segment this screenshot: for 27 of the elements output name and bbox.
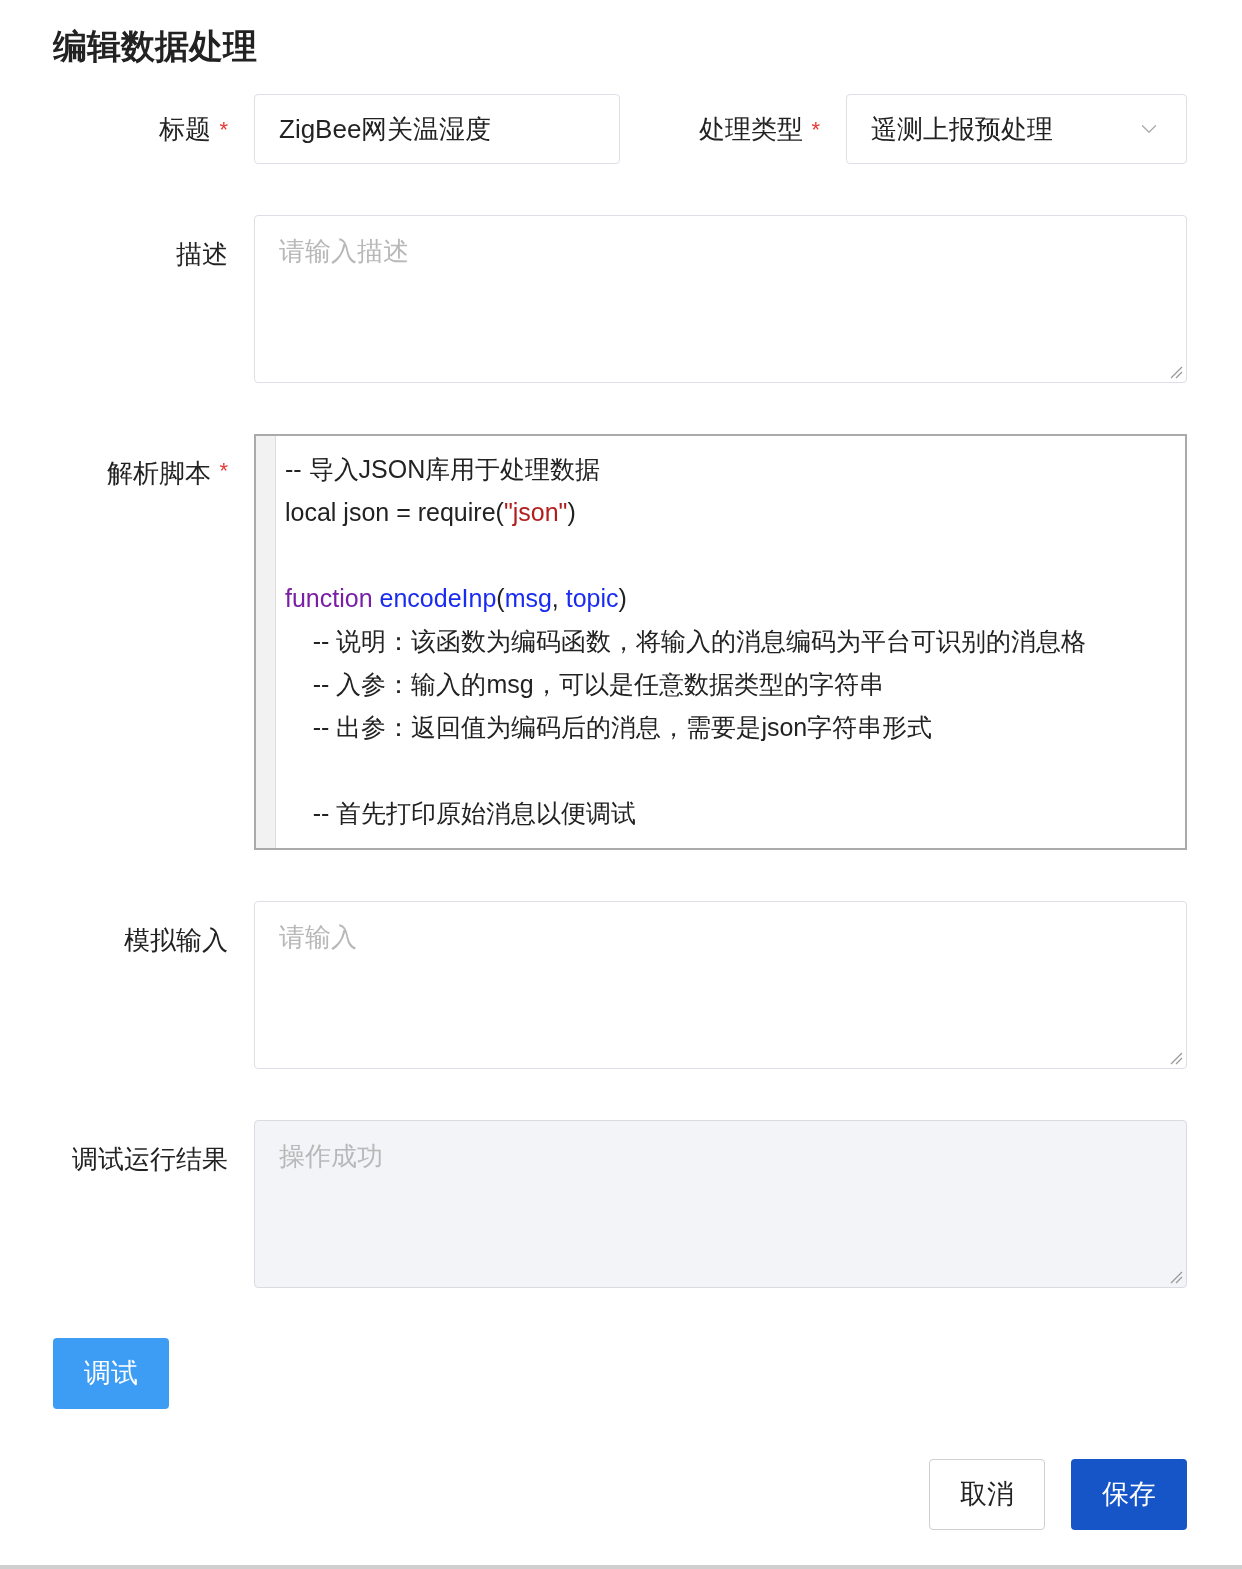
title-input[interactable]: ZigBee网关温湿度 (254, 94, 620, 164)
resize-handle-icon[interactable] (1169, 1051, 1183, 1065)
field-label: 描述 (176, 238, 228, 271)
code-line: -- 出参：返回值为编码后的消息，需要是json字符串形式 (311, 712, 934, 743)
text-area[interactable]: 请输入 (254, 901, 1187, 1069)
code-line: -- 导入JSON库用于处理数据 (285, 454, 602, 485)
required-mark: * (219, 115, 228, 144)
field-label: 模拟输入 (124, 924, 228, 957)
code-line: -- 入参：输入的msg，可以是任意数据类型的字符串 (311, 669, 885, 700)
field-label: 标题 (159, 112, 212, 146)
code-line: -- 首先打印原始消息以便调试 (311, 798, 638, 829)
type-select[interactable]: 遥测上报预处理 (846, 94, 1187, 164)
required-mark: * (811, 115, 820, 144)
field-label: 调试运行结果 (72, 1143, 228, 1176)
code-line: -- 说明：该函数为编码函数，将输入的消息编码为平台可识别的消息格 (311, 626, 1087, 657)
text-area[interactable]: 请输入描述 (254, 215, 1187, 383)
resize-handle-icon[interactable] (1169, 1270, 1183, 1284)
resize-handle-icon[interactable] (1169, 365, 1183, 379)
dialog-title: 编辑数据处理 (53, 26, 258, 67)
required-mark: * (219, 457, 228, 485)
field-label: 解析脚本 (107, 457, 212, 490)
code-line: local json = require("json") (285, 497, 577, 528)
save-button[interactable]: 保存 (1071, 1459, 1187, 1530)
code-line: function encodeInp(msg, topic) (285, 583, 628, 614)
code-editor[interactable]: -- 导入JSON库用于处理数据 local json = require("json") function encodeInp(msg, topic) -- 说明：该函数为编码函数，将输入的消息编码为平台可识别的消息格 -- 入参：输入的msg，可以是任意数据类型的字符串 -- 出参：返回值为编码后的消息，需要是json字符串形式 -- 首先打印原始消息以便调试 (254, 434, 1187, 850)
field-label: 处理类型 (699, 112, 804, 146)
cancel-button[interactable]: 取消 (929, 1459, 1045, 1530)
